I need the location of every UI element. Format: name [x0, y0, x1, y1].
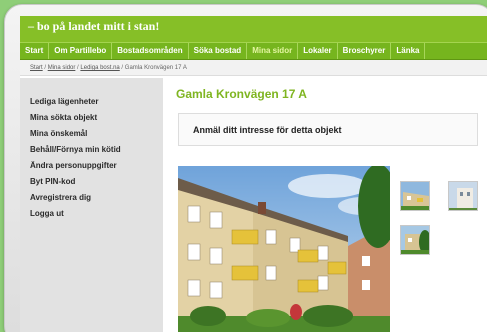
thumbnail-image	[401, 226, 429, 254]
browser-screen: – bo på landet mitt i stan! Start Om Par…	[20, 16, 487, 332]
sidebar-menu: Lediga lägenheter Mina sökta objekt Mina…	[20, 78, 163, 332]
breadcrumb: Start / Mina sidor / Lediga bost.na / Ga…	[20, 60, 487, 76]
sidebar-item-logga-ut[interactable]: Logga ut	[20, 206, 163, 222]
site-tagline: – bo på landet mitt i stan!	[28, 19, 160, 33]
sidebar-item-mina-sokta-objekt[interactable]: Mina sökta objekt	[20, 110, 163, 126]
sidebar-item-mina-onskemal[interactable]: Mina önskemål	[20, 126, 163, 142]
sidebar-item-byt-pin-kod[interactable]: Byt PIN-kod	[20, 174, 163, 190]
main-content: Gamla Kronvägen 17 A Anmäl ditt intresse…	[176, 78, 487, 332]
thumbnail-1[interactable]	[400, 181, 430, 211]
site-banner: – bo på landet mitt i stan!	[20, 16, 487, 42]
nav-item-broschyrer[interactable]: Broschyrer	[338, 43, 392, 59]
sidebar-item-behall-fornya-kotid[interactable]: Behåll/Förnya min kötid	[20, 142, 163, 158]
main-navigation: Start Om Partillebo Bostadsområden Söka …	[20, 42, 487, 60]
thumbnail-2[interactable]	[448, 181, 478, 211]
nav-item-mina-sidor[interactable]: Mina sidor	[247, 43, 299, 59]
thumbnail-3[interactable]	[400, 225, 430, 255]
breadcrumb-current: Gamla Kronvägen 17 A	[124, 65, 187, 71]
building-illustration	[178, 166, 390, 332]
thumbnail-image	[449, 182, 477, 210]
nav-item-start[interactable]: Start	[20, 43, 50, 59]
nav-item-lokaler[interactable]: Lokaler	[298, 43, 338, 59]
register-interest-box[interactable]: Anmäl ditt intresse för detta objekt	[178, 113, 478, 146]
breadcrumb-start[interactable]: Start	[30, 65, 43, 71]
register-interest-label: Anmäl ditt intresse för detta objekt	[193, 125, 342, 135]
sidebar-item-avregistrera[interactable]: Avregistrera dig	[20, 190, 163, 206]
nav-item-bostadsomraden[interactable]: Bostadsområden	[112, 43, 189, 59]
nav-item-lanka[interactable]: Länka	[391, 43, 426, 59]
sidebar-item-andra-personuppgifter[interactable]: Ändra personuppgifter	[20, 158, 163, 174]
breadcrumb-mina-sidor[interactable]: Mina sidor	[48, 65, 76, 71]
sidebar-item-lediga-lagenheter[interactable]: Lediga lägenheter	[20, 94, 163, 110]
nav-item-om-partillebo[interactable]: Om Partillebo	[49, 43, 113, 59]
page-title: Gamla Kronvägen 17 A	[176, 87, 307, 101]
nav-item-soka-bostad[interactable]: Söka bostad	[189, 43, 248, 59]
property-photo[interactable]	[178, 166, 390, 332]
breadcrumb-lediga[interactable]: Lediga bost.na	[80, 65, 119, 71]
thumbnail-image	[401, 182, 429, 210]
